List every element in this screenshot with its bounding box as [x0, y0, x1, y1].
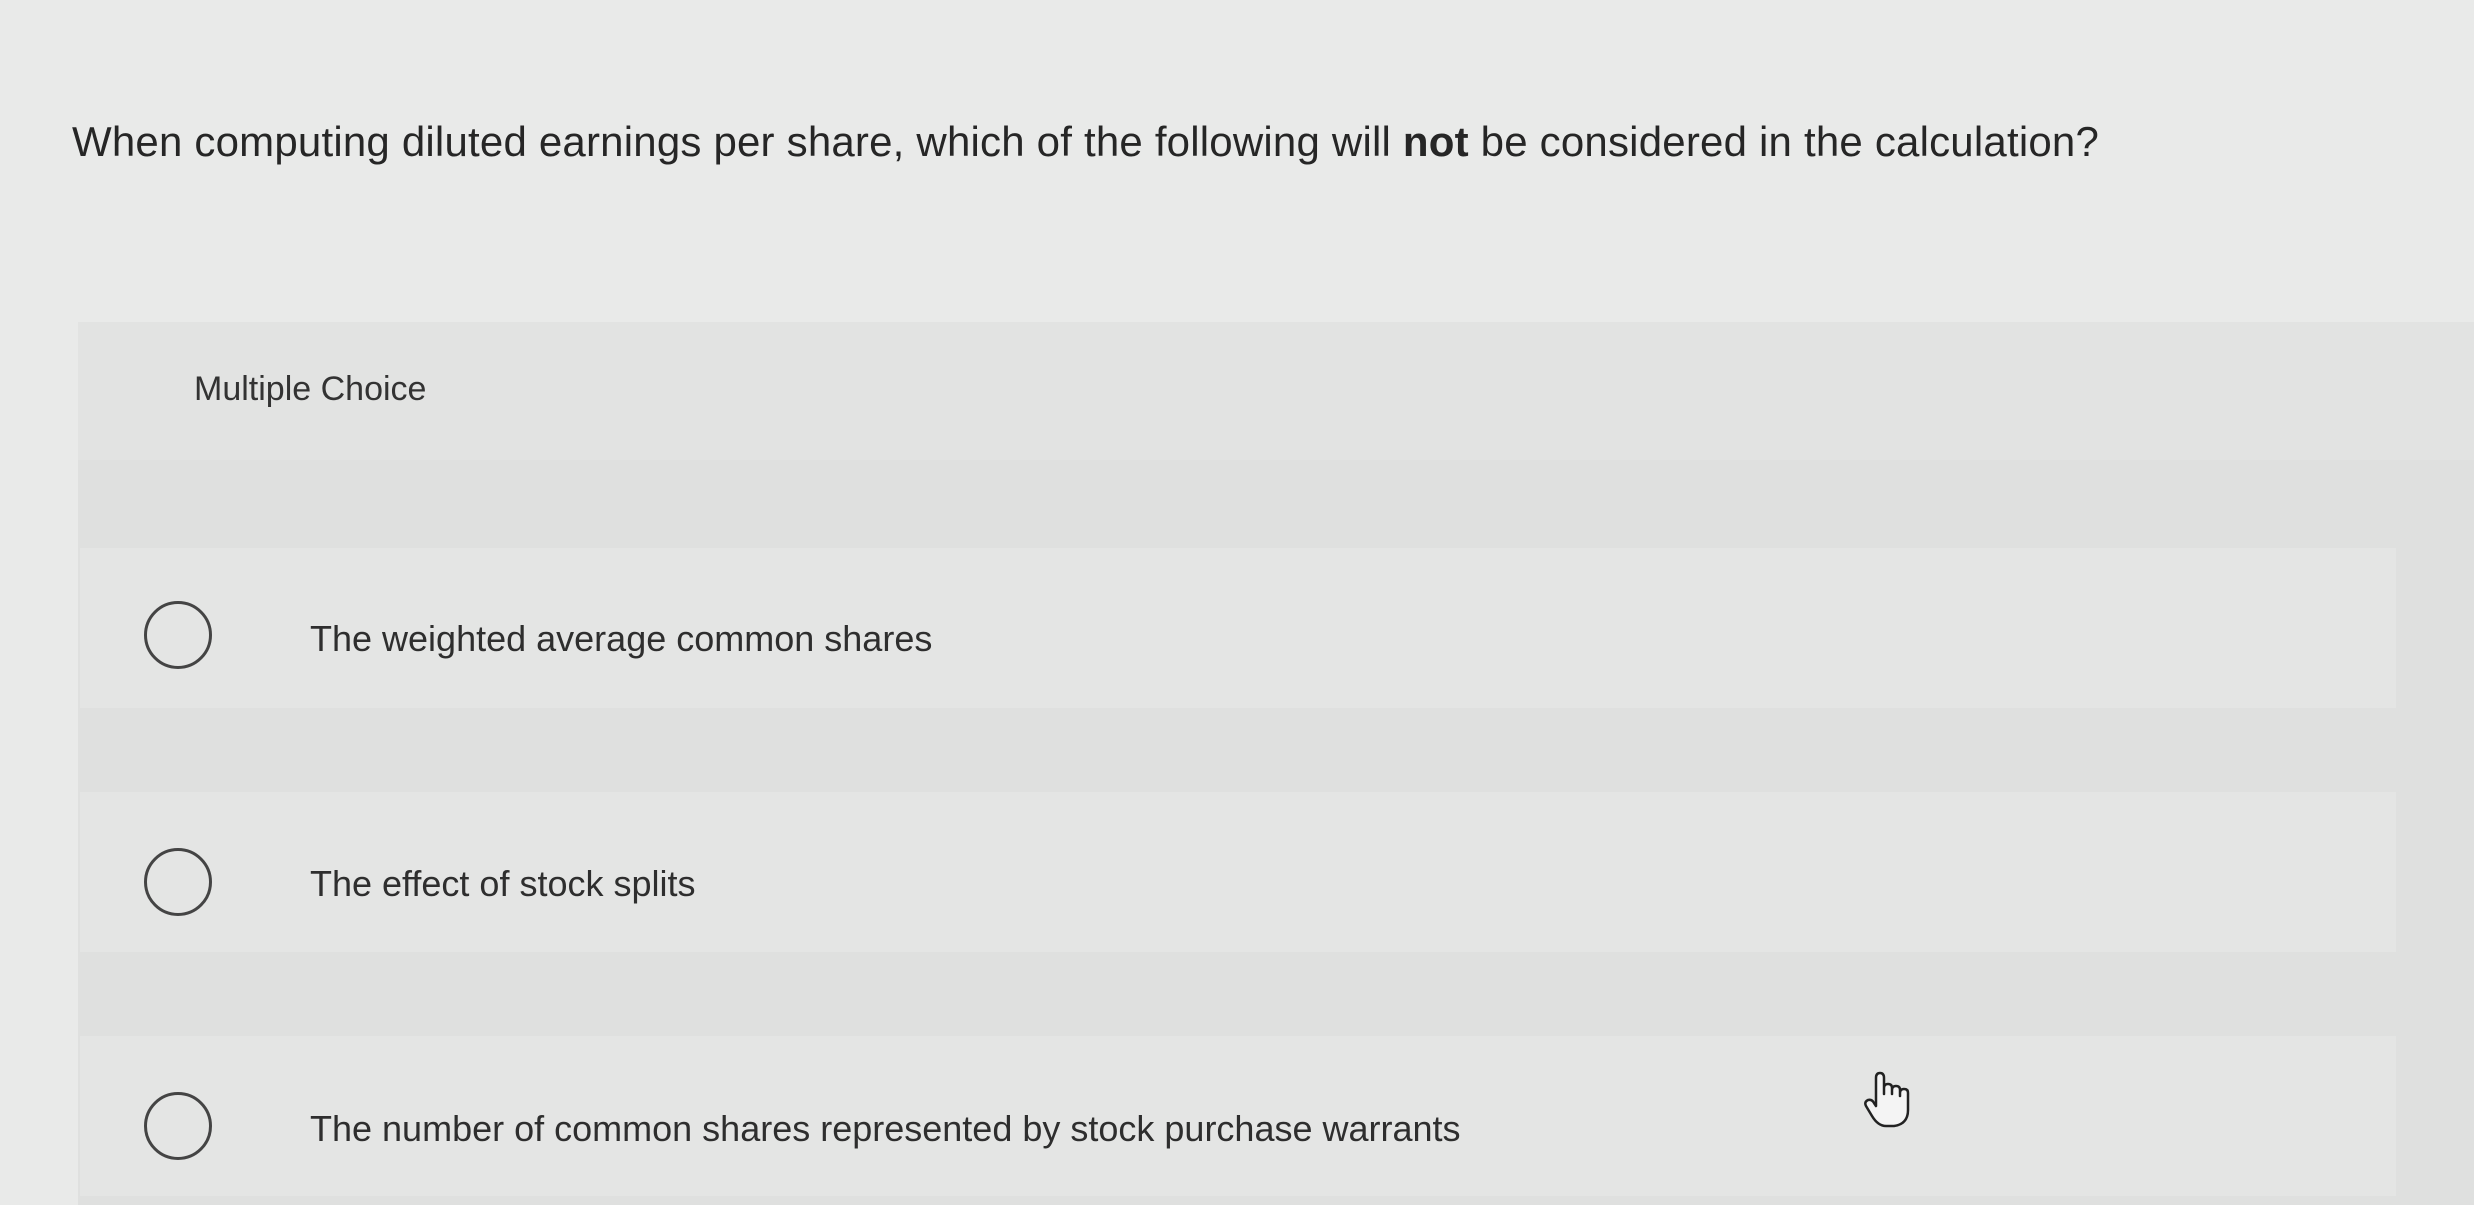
- hand-pointer-icon: [1864, 1071, 1910, 1128]
- question-text: When computing diluted earnings per shar…: [72, 118, 2099, 166]
- answer-option-label[interactable]: The weighted average common shares: [310, 618, 932, 660]
- radio-button[interactable]: [144, 848, 212, 916]
- question-text-part: be considered in the calculation?: [1468, 118, 2100, 165]
- answer-option-label[interactable]: The number of common shares represented …: [310, 1108, 1461, 1150]
- multiple-choice-label: Multiple Choice: [194, 370, 427, 408]
- question-emphasis: not: [1402, 118, 1469, 165]
- answer-option-label[interactable]: The effect of stock splits: [310, 863, 696, 905]
- radio-button[interactable]: [144, 601, 212, 669]
- panel-header: Multiple Choice: [78, 322, 2474, 460]
- question-text-part: When computing diluted earnings per shar…: [72, 118, 1403, 165]
- radio-button[interactable]: [144, 1092, 212, 1160]
